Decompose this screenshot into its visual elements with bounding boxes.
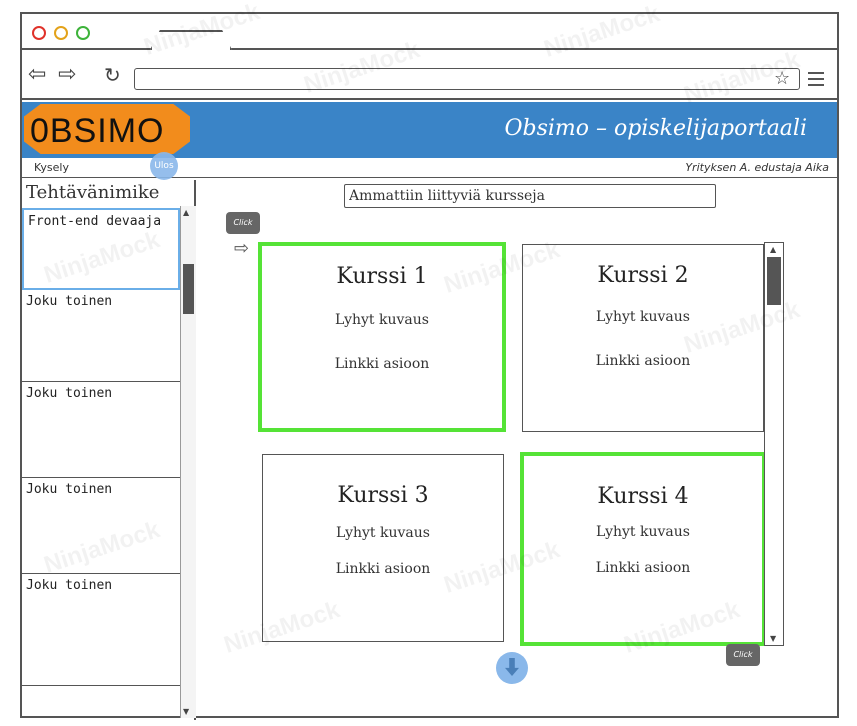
course-link[interactable]: Linkki asioon — [523, 353, 763, 369]
course-cards: Kurssi 1 Lyhyt kuvaus Linkki asioon Kurs… — [258, 242, 766, 646]
scroll-down-icon[interactable]: ▼ — [183, 707, 189, 716]
scroll-down-icon[interactable]: ▼ — [770, 634, 776, 643]
job-item-label: Joku toinen — [26, 482, 113, 497]
course-scrollbar[interactable]: ▲ ▼ — [764, 242, 784, 646]
course-card[interactable]: Kurssi 1 Lyhyt kuvaus Linkki asioon — [258, 242, 506, 432]
course-card[interactable]: Kurssi 2 Lyhyt kuvaus Linkki asioon — [522, 244, 764, 432]
browser-tab[interactable] — [150, 30, 232, 50]
scroll-up-icon[interactable]: ▲ — [770, 245, 776, 254]
forward-arrow-icon[interactable]: ⇨ — [58, 62, 76, 88]
right-arrow-icon: ⇨ — [234, 238, 250, 259]
browser-titlebar — [22, 14, 837, 50]
job-title-sidebar: Tehtävänimike Front-end devaaja Joku toi… — [22, 180, 196, 720]
hamburger-menu-icon[interactable] — [808, 72, 824, 90]
load-more-button[interactable] — [496, 652, 528, 684]
job-item-label: Joku toinen — [26, 294, 113, 309]
job-item[interactable]: Joku toinen — [22, 382, 180, 478]
back-arrow-icon[interactable]: ⇦ — [28, 62, 46, 88]
course-description: Lyhyt kuvaus — [335, 312, 429, 328]
portal-title: Obsimo – opiskelijaportaali — [504, 116, 807, 141]
job-title-list: Front-end devaaja Joku toinen Joku toine… — [22, 208, 180, 718]
course-title: Kurssi 4 — [597, 484, 689, 509]
subheader-bar: Kysely Ulos Yrityksen A. edustaja Aika — [22, 152, 837, 180]
click-hint-badge: Click — [226, 212, 260, 234]
job-item-label: Joku toinen — [26, 578, 113, 593]
scroll-up-icon[interactable]: ▲ — [183, 208, 189, 217]
job-item-label: Joku toinen — [26, 386, 113, 401]
job-item-front-end[interactable]: Front-end devaaja — [22, 208, 180, 290]
course-card[interactable]: Kurssi 4 Lyhyt kuvaus Linkki asioon — [520, 452, 766, 646]
browser-window: ⇦ ⇨ ↻ ☆ 0BSIMO Obsimo – opiskelijaportaa… — [20, 0, 839, 720]
sidebar-scroll-thumb[interactable] — [183, 264, 194, 314]
browser-toolbar: ⇦ ⇨ ↻ ☆ — [22, 52, 837, 100]
course-description: Lyhyt kuvaus — [596, 309, 690, 325]
course-title: Kurssi 3 — [337, 483, 429, 508]
job-item[interactable]: Joku toinen — [22, 290, 180, 382]
course-title: Kurssi 1 — [336, 264, 428, 289]
course-search-input[interactable] — [344, 184, 716, 208]
course-description: Lyhyt kuvaus — [336, 525, 430, 541]
course-card[interactable]: Kurssi 3 Lyhyt kuvaus Linkki asioon — [262, 454, 504, 642]
course-scroll-thumb[interactable] — [767, 257, 781, 305]
logout-button[interactable]: Ulos — [150, 152, 178, 180]
job-item-label: Front-end devaaja — [28, 214, 162, 229]
course-title: Kurssi 2 — [597, 263, 689, 288]
down-arrow-icon — [505, 658, 519, 676]
address-bar-input[interactable] — [134, 68, 800, 90]
reload-icon[interactable]: ↻ — [104, 62, 121, 88]
user-info: Yrityksen A. edustaja Aika — [685, 161, 829, 174]
course-link[interactable]: Linkki asioon — [262, 356, 502, 372]
job-item[interactable]: Joku toinen — [22, 478, 180, 574]
sidebar-heading: Tehtävänimike — [26, 182, 160, 203]
logo-text: 0BSIMO — [30, 112, 165, 150]
minimize-window-button[interactable] — [54, 26, 68, 40]
course-link[interactable]: Linkki asioon — [263, 561, 503, 577]
close-window-button[interactable] — [32, 26, 46, 40]
course-description: Lyhyt kuvaus — [596, 524, 690, 540]
maximize-window-button[interactable] — [76, 26, 90, 40]
kysely-link[interactable]: Kysely — [34, 161, 69, 174]
app-header: 0BSIMO Obsimo – opiskelijaportaali — [22, 102, 837, 158]
sidebar-scrollbar[interactable]: ▲ ▼ — [180, 206, 196, 718]
job-item[interactable]: Joku toinen — [22, 574, 180, 686]
logo[interactable]: 0BSIMO — [24, 104, 190, 154]
click-hint-badge: Click — [726, 644, 760, 666]
star-icon[interactable]: ☆ — [774, 68, 790, 90]
course-link[interactable]: Linkki asioon — [524, 560, 762, 576]
